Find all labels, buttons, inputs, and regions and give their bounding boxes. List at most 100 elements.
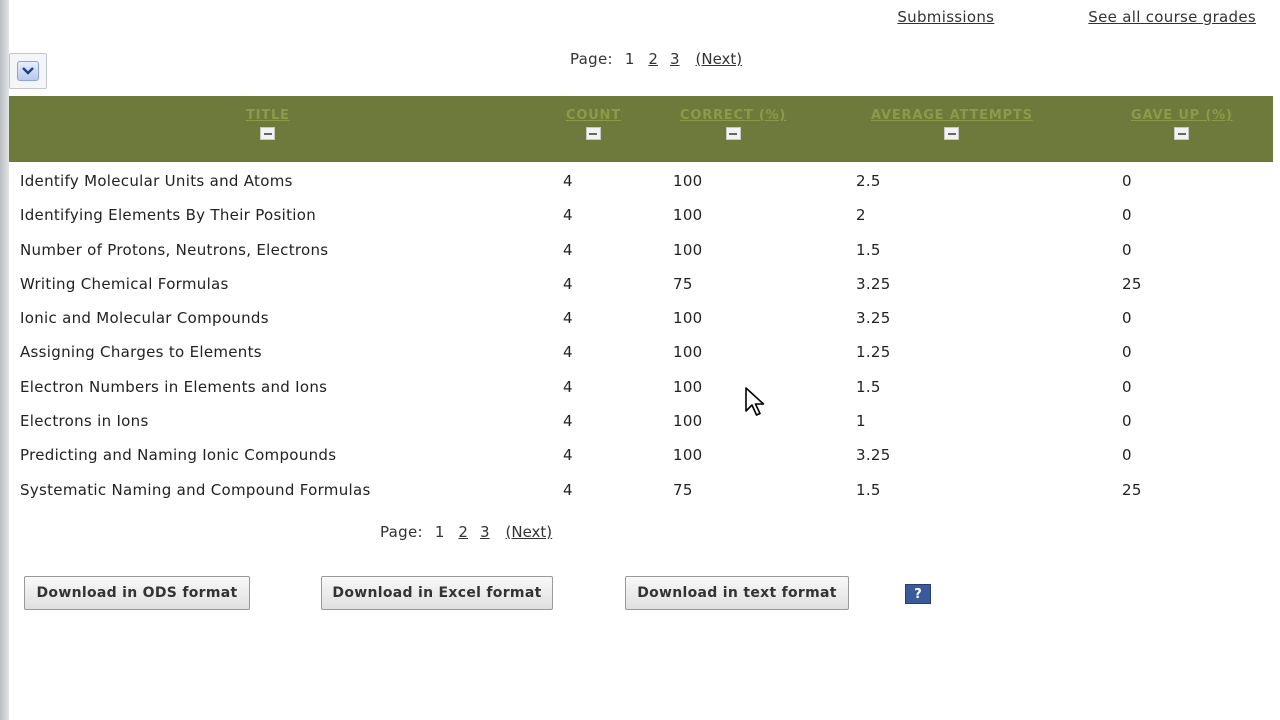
column-header-count: COUNT [566, 108, 621, 140]
top-links: Submissions See all course grades [897, 8, 1256, 26]
pager-top: Page: 1 2 3 (Next) [570, 50, 742, 68]
cell-correct: 100 [673, 240, 703, 259]
pager-page-2[interactable]: 2 [648, 50, 658, 68]
cell-correct: 100 [673, 446, 703, 465]
cell-title: Assigning Charges to Elements [20, 343, 262, 362]
table-row: Identifying Elements By Their Position 4… [9, 197, 1273, 231]
cell-count: 4 [563, 240, 573, 259]
cell-average-attempts: 3.25 [856, 274, 891, 293]
collapse-correct-icon[interactable] [725, 127, 741, 140]
cell-gave-up: 0 [1122, 377, 1132, 396]
cell-gave-up: 0 [1122, 206, 1132, 225]
pager-page-2[interactable]: 2 [458, 523, 468, 541]
cell-average-attempts: 1.5 [856, 480, 881, 499]
cell-title: Number of Protons, Neutrons, Electrons [20, 240, 329, 259]
cell-gave-up: 0 [1122, 343, 1132, 362]
table-row: Ionic and Molecular Compounds 4 100 3.25… [9, 300, 1273, 334]
cell-average-attempts: 1.5 [856, 377, 881, 396]
column-header-title: TITLE [246, 108, 290, 140]
column-header-correct: CORRECT (%) [680, 108, 786, 140]
help-icon[interactable]: ? [905, 584, 931, 604]
cell-title: Ionic and Molecular Compounds [20, 309, 269, 328]
cell-count: 4 [563, 446, 573, 465]
see-all-course-grades-link[interactable]: See all course grades [1088, 8, 1256, 26]
cell-title: Identifying Elements By Their Position [20, 206, 317, 225]
table-body: Identify Molecular Units and Atoms 4 100… [9, 163, 1273, 506]
cell-correct: 75 [673, 274, 693, 293]
cell-average-attempts: 3.25 [856, 309, 891, 328]
mouse-pointer-icon [745, 387, 765, 416]
cell-title: Predicting and Naming Ionic Compounds [20, 446, 337, 465]
cell-gave-up: 0 [1122, 446, 1132, 465]
cell-title: Identify Molecular Units and Atoms [20, 172, 293, 190]
cell-average-attempts: 2.5 [856, 172, 881, 190]
cell-count: 4 [563, 412, 573, 431]
sort-by-correct-link[interactable]: CORRECT (%) [680, 108, 786, 123]
cell-count: 4 [563, 274, 573, 293]
cell-average-attempts: 2 [856, 206, 866, 225]
cell-gave-up: 25 [1122, 274, 1142, 293]
download-excel-button[interactable]: Download in Excel format [321, 576, 553, 610]
cell-gave-up: 0 [1122, 412, 1132, 431]
pager-bottom: Page: 1 2 3 (Next) [380, 523, 552, 541]
cell-count: 4 [563, 480, 573, 499]
left-panel-edge [0, 0, 9, 720]
table-row: Identify Molecular Units and Atoms 4 100… [9, 163, 1273, 197]
pager-next-link[interactable]: (Next) [696, 50, 743, 68]
cell-gave-up: 0 [1122, 172, 1132, 190]
pager-label: Page: [570, 50, 613, 68]
collapse-title-icon[interactable] [260, 127, 276, 140]
sort-by-average-attempts-link[interactable]: AVERAGE ATTEMPTS [871, 108, 1033, 123]
download-ods-button[interactable]: Download in ODS format [24, 576, 250, 610]
cell-correct: 100 [673, 206, 703, 225]
cell-title: Electron Numbers in Elements and Ions [20, 377, 328, 396]
cell-title: Systematic Naming and Compound Formulas [20, 480, 371, 499]
sort-by-count-link[interactable]: COUNT [566, 108, 621, 123]
pager-page-3[interactable]: 3 [670, 50, 680, 68]
cell-count: 4 [563, 377, 573, 396]
column-header-average-attempts: AVERAGE ATTEMPTS [871, 108, 1033, 140]
collapse-average-attempts-icon[interactable] [944, 127, 960, 140]
sort-by-title-link[interactable]: TITLE [246, 108, 290, 123]
cell-gave-up: 25 [1122, 480, 1142, 499]
table-row: Electron Numbers in Elements and Ions 4 … [9, 369, 1273, 403]
cell-correct: 100 [673, 172, 703, 190]
cell-title: Electrons in Ions [20, 412, 149, 431]
cell-count: 4 [563, 343, 573, 362]
cell-count: 4 [563, 206, 573, 225]
chevron-down-icon [17, 61, 39, 81]
cell-correct: 100 [673, 377, 703, 396]
cell-count: 4 [563, 172, 573, 190]
cell-correct: 100 [673, 412, 703, 431]
pager-current-page: 1 [624, 50, 635, 68]
pager-page-3[interactable]: 3 [480, 523, 490, 541]
table-row: Systematic Naming and Compound Formulas … [9, 472, 1273, 506]
table-row: Electrons in Ions 4 100 1 0 [9, 403, 1273, 437]
collapse-count-icon[interactable] [585, 127, 601, 140]
cell-average-attempts: 1.25 [856, 343, 891, 362]
cell-correct: 100 [673, 309, 703, 328]
block-dropdown-toggle[interactable] [9, 53, 47, 89]
table-row: Predicting and Naming Ionic Compounds 4 … [9, 437, 1273, 471]
cell-average-attempts: 3.25 [856, 446, 891, 465]
pager-label: Page: [380, 523, 423, 541]
pager-next-link[interactable]: (Next) [506, 523, 553, 541]
cell-correct: 100 [673, 343, 703, 362]
download-text-button[interactable]: Download in text format [625, 576, 849, 610]
table-row: Writing Chemical Formulas 4 75 3.25 25 [9, 266, 1273, 300]
cell-average-attempts: 1 [856, 412, 866, 431]
cell-correct: 75 [673, 480, 693, 499]
collapse-gave-up-icon[interactable] [1174, 127, 1190, 140]
table-row: Number of Protons, Neutrons, Electrons 4… [9, 232, 1273, 266]
table-header: TITLE COUNT CORRECT (%) AVERAGE ATTEMPTS… [9, 96, 1273, 162]
column-header-gave-up: GAVE UP (%) [1131, 108, 1233, 140]
cell-gave-up: 0 [1122, 240, 1132, 259]
cell-average-attempts: 1.5 [856, 240, 881, 259]
table-row: Assigning Charges to Elements 4 100 1.25… [9, 334, 1273, 368]
cell-gave-up: 0 [1122, 309, 1132, 328]
pager-current-page: 1 [434, 523, 445, 541]
sort-by-gave-up-link[interactable]: GAVE UP (%) [1131, 108, 1233, 123]
cell-title: Writing Chemical Formulas [20, 274, 229, 293]
submissions-link[interactable]: Submissions [897, 8, 994, 26]
cell-count: 4 [563, 309, 573, 328]
